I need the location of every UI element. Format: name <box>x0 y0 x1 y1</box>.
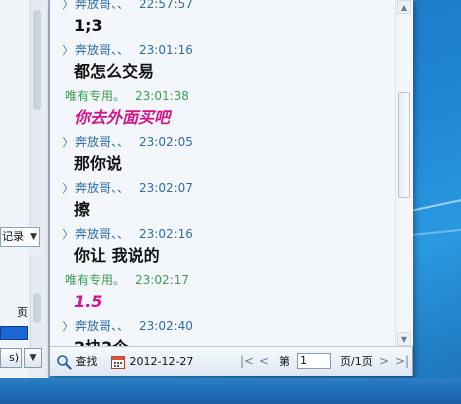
desktop-light-streak <box>411 226 461 236</box>
message-text: 你让 我说的 <box>74 246 160 265</box>
message-header: 唯有专用。 23:02:17 <box>65 270 189 290</box>
s-button[interactable]: s) <box>0 348 22 368</box>
message-time: 23:02:40 <box>139 319 193 333</box>
message-text: 2块2个 <box>74 337 128 346</box>
left-scrollbar[interactable]: ▼ <box>30 0 43 240</box>
record-dropdown-label: 记录 <box>2 230 24 243</box>
left-scrollbar-lower[interactable] <box>30 255 43 350</box>
chevron-right-icon: 〉 <box>62 136 74 149</box>
chevron-down-icon[interactable]: ▼ <box>24 348 42 368</box>
scroll-down-icon[interactable]: ▼ <box>397 332 411 346</box>
chevron-right-icon: 〉 <box>62 0 74 11</box>
message-text: 擦 <box>74 200 91 219</box>
sender-name: 唯有专用。 <box>65 273 126 287</box>
message-time: 23:02:16 <box>139 227 193 241</box>
chevron-right-icon: 〉 <box>62 320 74 333</box>
scrollbar-thumb[interactable] <box>33 10 41 110</box>
message-header: 〉奔放哥、、 22:57:57 <box>61 0 193 14</box>
message-time: 22:57:57 <box>139 0 193 11</box>
message-scrollbar[interactable]: ▲ ▼ <box>395 0 413 346</box>
sender-name: 奔放哥、、 <box>75 0 130 11</box>
next-page-icon[interactable]: > <box>379 347 389 376</box>
first-page-icon[interactable]: |< <box>240 347 254 376</box>
desktop-light-streak <box>409 193 461 212</box>
message-text: 你去外面买吧 <box>74 108 171 127</box>
message-time: 23:01:16 <box>139 43 193 57</box>
chevron-right-icon[interactable]: › <box>19 305 23 318</box>
message-header: 〉奔放哥、、 23:02:07 <box>61 178 193 198</box>
page-number-input[interactable]: 1 <box>297 353 331 369</box>
message-header: 〉奔放哥、、 23:02:16 <box>61 224 193 244</box>
chevron-right-icon: 〉 <box>62 228 74 241</box>
message-text: 1;3 <box>74 16 103 35</box>
history-toolbar: 查找 2012-12-27 |< < 第 1 页/1页 > >| <box>50 346 412 376</box>
message-text: 那你说 <box>74 154 123 173</box>
prev-page-icon[interactable]: < <box>259 347 269 376</box>
desktop-taskbar <box>0 378 461 404</box>
selection-bar <box>0 326 28 340</box>
search-label: 查找 <box>75 355 98 368</box>
sender-name: 奔放哥、、 <box>75 319 130 333</box>
sender-name: 唯有专用。 <box>65 89 126 103</box>
message-time: 23:02:05 <box>139 135 193 149</box>
page-label-fragment: 页 <box>17 306 28 319</box>
message-header: 〉奔放哥、、 23:01:16 <box>61 40 193 60</box>
search-button[interactable]: 查找 <box>56 347 98 376</box>
calendar-icon <box>110 355 130 369</box>
message-header: 唯有专用。 23:01:38 <box>65 86 189 106</box>
date-picker[interactable]: 2012-12-27 <box>110 347 193 376</box>
left-window-panel <box>0 0 28 378</box>
message-time: 23:01:38 <box>135 89 189 103</box>
left-window: ▼ 记录 ▼ 页 › s) ▼ <box>0 0 49 378</box>
message-text: 1.5 <box>74 292 103 311</box>
page-prefix: 第 <box>279 355 290 368</box>
message-list: 〉奔放哥、、 22:57:57 1;3 〉奔放哥、、 23:01:16 都怎么交易 唯有专用… <box>50 0 395 346</box>
sender-name: 奔放哥、、 <box>75 227 130 241</box>
date-value: 2012-12-27 <box>129 355 194 368</box>
chevron-down-icon: ▼ <box>30 232 37 242</box>
message-time: 23:02:17 <box>135 273 189 287</box>
chevron-right-icon: 〉 <box>62 182 74 195</box>
message-text: 都怎么交易 <box>74 62 155 81</box>
record-dropdown[interactable]: 记录 ▼ <box>0 227 40 247</box>
sender-name: 奔放哥、、 <box>75 135 130 149</box>
scroll-up-icon[interactable]: ▲ <box>397 0 411 14</box>
message-time: 23:02:07 <box>139 181 193 195</box>
page-total: 页/1页 <box>340 355 373 368</box>
sender-name: 奔放哥、、 <box>75 43 130 57</box>
last-page-icon[interactable]: >| <box>395 347 409 376</box>
sender-name: 奔放哥、、 <box>75 181 130 195</box>
chat-history-window: 〉奔放哥、、 22:57:57 1;3 〉奔放哥、、 23:01:16 都怎么交易 唯有专用… <box>49 0 413 376</box>
search-icon <box>56 355 76 370</box>
message-header: 〉奔放哥、、 23:02:05 <box>61 132 193 152</box>
scrollbar-thumb[interactable] <box>398 92 410 198</box>
chevron-right-icon: 〉 <box>62 44 74 57</box>
scrollbar-thumb[interactable] <box>33 293 41 323</box>
message-header: 〉奔放哥、、 23:02:40 <box>61 316 193 336</box>
